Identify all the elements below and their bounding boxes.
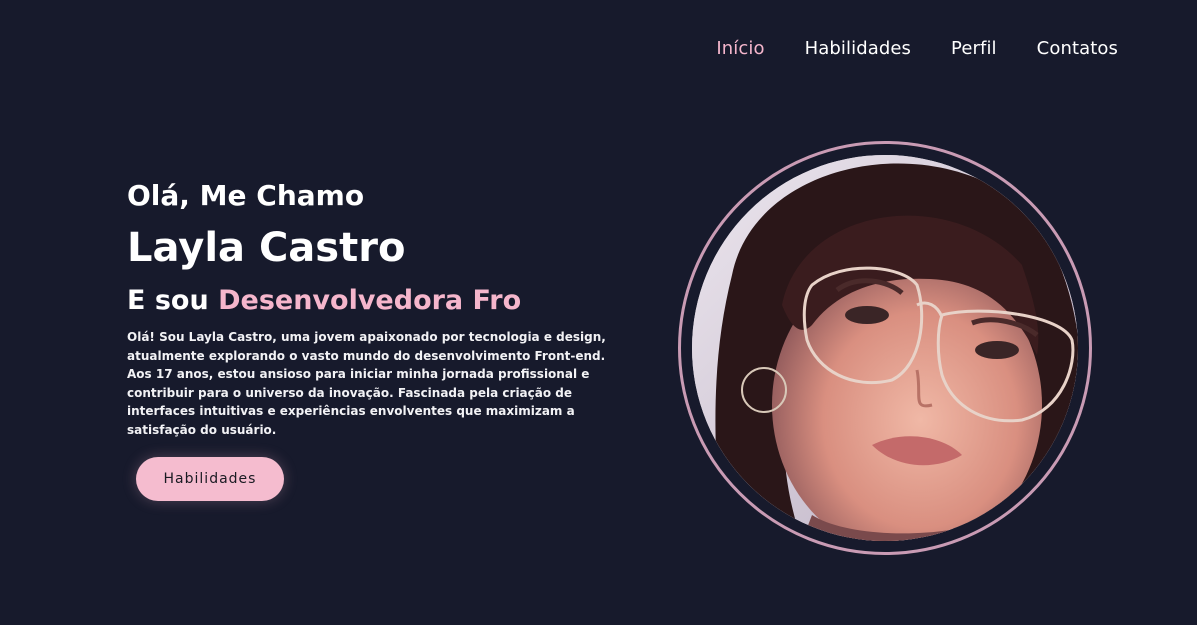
role-typed-text: Desenvolvedora Fro bbox=[218, 285, 522, 316]
role-heading: E sou Desenvolvedora Fro bbox=[127, 282, 627, 320]
role-prefix: E sou bbox=[127, 285, 219, 316]
habilidades-button[interactable]: Habilidades bbox=[136, 457, 284, 501]
profile-photo bbox=[692, 155, 1078, 541]
nav-item-habilidades[interactable]: Habilidades bbox=[805, 38, 911, 59]
nav-item-contatos[interactable]: Contatos bbox=[1037, 38, 1118, 59]
nav-item-perfil[interactable]: Perfil bbox=[951, 38, 997, 59]
bio-paragraph: Olá! Sou Layla Castro, uma jovem apaixon… bbox=[127, 330, 606, 437]
hero-section: Olá, Me Chamo Layla Castro E sou Desenvo… bbox=[127, 176, 627, 439]
page: Início Habilidades Perfil Contatos Olá, … bbox=[0, 0, 1197, 625]
nav-item-inicio[interactable]: Início bbox=[716, 38, 764, 59]
profile-photo-image bbox=[692, 155, 1078, 541]
top-nav: Início Habilidades Perfil Contatos bbox=[716, 38, 1118, 59]
greeting-heading: Olá, Me Chamo bbox=[127, 179, 365, 212]
name-heading: Layla Castro bbox=[127, 225, 406, 271]
